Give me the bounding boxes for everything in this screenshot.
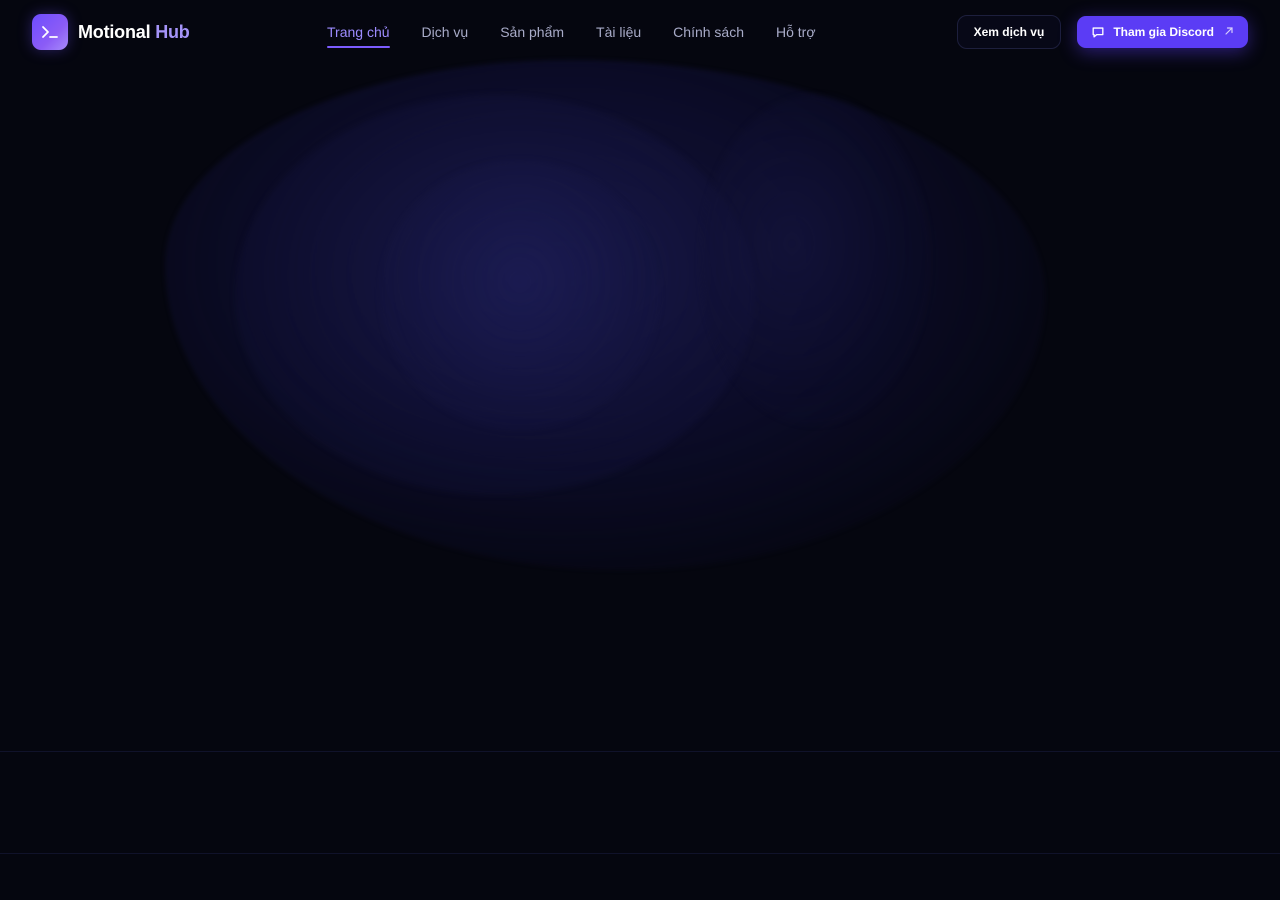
content-band-1	[0, 751, 1280, 853]
nav-item-policy[interactable]: Chính sách	[673, 18, 744, 46]
arrow-up-right-icon	[1224, 25, 1234, 39]
brand-name: Motional Hub	[78, 22, 190, 43]
hero-glow-core	[380, 160, 660, 430]
join-discord-button[interactable]: Tham gia Discord	[1077, 16, 1248, 48]
hero-glow-left	[235, 95, 755, 495]
message-square-icon	[1091, 25, 1105, 39]
terminal-prompt-icon	[32, 14, 68, 50]
nav-item-docs[interactable]: Tài liệu	[596, 18, 641, 46]
page: Motional Hub Trang chủ Dịch vụ Sản phẩm …	[0, 0, 1280, 900]
content-band-2	[0, 853, 1280, 900]
nav-item-home[interactable]: Trang chủ	[327, 18, 390, 48]
nav-item-services[interactable]: Dịch vụ	[422, 18, 469, 46]
header-actions: Xem dịch vụ Tham gia Discord	[956, 0, 1248, 64]
hero-glow-outer	[165, 60, 1045, 570]
nav-item-products[interactable]: Sản phẩm	[500, 18, 564, 46]
brand-name-accent: Hub	[155, 21, 190, 42]
hero-glow-right	[700, 95, 930, 425]
brand-name-main: Motional	[78, 21, 151, 42]
main-nav: Trang chủ Dịch vụ Sản phẩm Tài liệu Chín…	[327, 0, 816, 64]
site-header: Motional Hub Trang chủ Dịch vụ Sản phẩm …	[0, 0, 1280, 64]
view-services-label: Xem dịch vụ	[973, 25, 1045, 39]
join-discord-label: Tham gia Discord	[1113, 25, 1214, 39]
nav-item-support[interactable]: Hỗ trợ	[776, 18, 816, 46]
brand-home-link[interactable]: Motional Hub	[32, 14, 190, 50]
view-services-button[interactable]: Xem dịch vụ	[956, 15, 1062, 49]
